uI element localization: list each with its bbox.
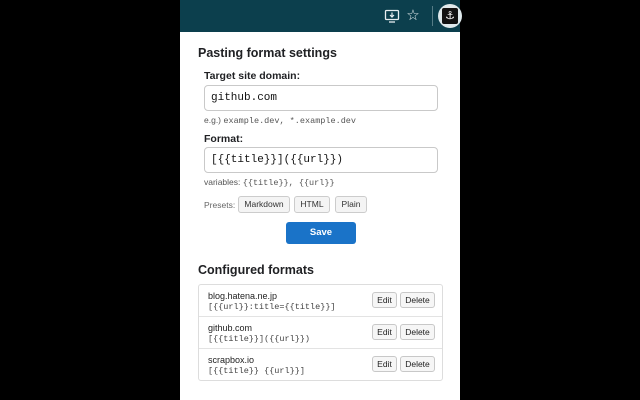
settings-title: Pasting format settings [198, 46, 337, 60]
monitor-download-icon[interactable] [384, 8, 400, 24]
preset-plain-button[interactable]: Plain [335, 196, 367, 213]
presets-label: Presets: [204, 200, 236, 210]
list-item-format: [{{url}}:title={{title}}] [208, 302, 336, 312]
edit-button[interactable]: Edit [372, 356, 397, 372]
configured-list: blog.hatena.ne.jp [{{url}}:title={{title… [198, 284, 443, 381]
list-item-domain: scrapbox.io [208, 355, 255, 365]
extension-button[interactable]: ⚓ [438, 4, 462, 28]
format-hint-vars: {{title}}, {{url}} [242, 178, 335, 188]
domain-label: Target site domain: [204, 70, 301, 82]
list-item-domain: github.com [208, 323, 253, 333]
list-item-domain: blog.hatena.ne.jp [208, 291, 278, 301]
format-hint-prefix: variables: [204, 177, 243, 187]
list-item-format: [{{title}}]({{url}}) [208, 334, 311, 344]
edit-button[interactable]: Edit [372, 324, 397, 340]
edit-button[interactable]: Edit [372, 292, 397, 308]
domain-hint-examples: example.dev, *.example.dev [223, 116, 356, 126]
list-item: scrapbox.io [{{title}} {{url}}] Edit Del… [199, 349, 442, 381]
browser-toolbar: ☆ ⚓ [180, 0, 462, 32]
list-item: blog.hatena.ne.jp [{{url}}:title={{title… [199, 285, 442, 317]
format-input[interactable]: [{{title}}]({{url}}) [204, 147, 438, 173]
extension-popup: Pasting format settings Target site doma… [180, 32, 460, 400]
domain-hint-prefix: e.g.) [204, 115, 224, 125]
delete-button[interactable]: Delete [400, 292, 435, 308]
configured-title: Configured formats [198, 263, 314, 277]
toolbar-divider [432, 6, 433, 26]
domain-hint: e.g.) example.dev, *.example.dev [204, 115, 356, 126]
list-item-format: [{{title}} {{url}}] [208, 366, 305, 376]
preset-html-button[interactable]: HTML [294, 196, 330, 213]
preset-markdown-button[interactable]: Markdown [238, 196, 290, 213]
list-item: github.com [{{title}}]({{url}}) Edit Del… [199, 317, 442, 349]
delete-button[interactable]: Delete [400, 324, 435, 340]
save-button[interactable]: Save [286, 222, 356, 244]
format-hint: variables: {{title}}, {{url}} [204, 177, 335, 188]
delete-button[interactable]: Delete [400, 356, 435, 372]
star-icon[interactable]: ☆ [405, 8, 421, 24]
domain-input[interactable]: github.com [204, 85, 438, 111]
format-label: Format: [204, 133, 244, 145]
extension-icon: ⚓ [442, 8, 458, 24]
